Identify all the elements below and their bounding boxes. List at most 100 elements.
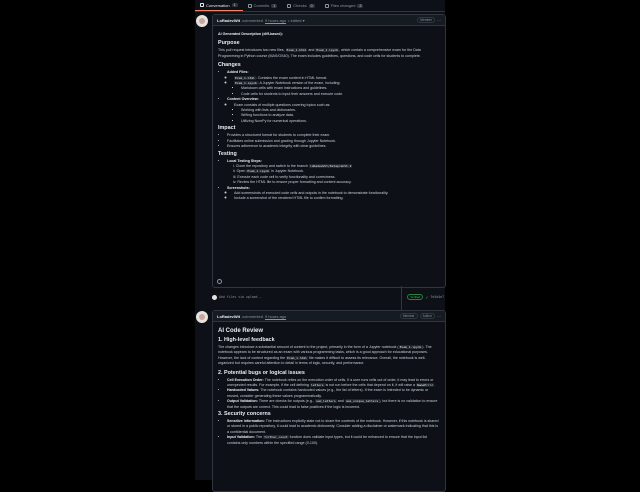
- section-heading: 3. Security concerns: [218, 411, 271, 418]
- commit-sha[interactable]: 9c5d4e7: [431, 295, 444, 299]
- member-badge: Member: [417, 17, 435, 23]
- content-overview-label: Content Overview:: [227, 97, 259, 102]
- item-label: Hardcoded Values:: [227, 388, 260, 393]
- tab-label: Checks: [293, 3, 307, 8]
- kebab-menu-icon[interactable]: ···: [437, 18, 441, 23]
- edited-dropdown[interactable]: • edited ▾: [288, 18, 305, 23]
- section-heading: 2. Potential bugs or logical issues: [218, 369, 305, 376]
- sub-list: Add screenshots of executed code cells a…: [227, 191, 440, 202]
- text: There are checks for outputs (e.g.,: [258, 399, 314, 404]
- steps: i. Clone the repository and switch to th…: [227, 163, 440, 186]
- add-reaction-icon[interactable]: [217, 279, 222, 284]
- list-item: Exam_1.ipynb: A Jupyter Notebook version…: [234, 81, 440, 97]
- list-item: Local Testing Steps: i. Clone the reposi…: [227, 159, 440, 186]
- verified-badge[interactable]: Verified: [407, 294, 424, 300]
- text: The changes introduce a substantial amou…: [218, 345, 399, 349]
- item-label: Cell Execution Order:: [227, 377, 264, 382]
- item-label: Sensitive Information:: [227, 419, 265, 424]
- avatar[interactable]: [196, 311, 208, 323]
- screenshots-label: Screenshots:: [227, 185, 250, 190]
- added-files-label: Added Files:: [227, 70, 249, 75]
- list-item: Include a screenshot of the rendered HTM…: [234, 196, 440, 201]
- and-text: and: [308, 48, 315, 53]
- list-item: Sensitive Information: The instructions …: [227, 419, 440, 435]
- comment-card-review: LoRadevWit commented 9 hours ago Member …: [212, 310, 446, 492]
- pr-conversation-frame: Conversation 1 Commits 1 Checks 0 Files …: [195, 0, 446, 492]
- list-item: Content Overview: Exam consists of multi…: [227, 97, 440, 124]
- comment-timestamp[interactable]: 9 hours ago: [265, 314, 286, 319]
- text: is not run before the cells that depend …: [325, 383, 416, 388]
- check-icon: ✓: [425, 294, 429, 300]
- list-item: Cell Execution Order: The notebook relie…: [227, 378, 440, 389]
- tab-files-changed[interactable]: Files changed 2: [320, 0, 369, 11]
- comment-author[interactable]: LoRadevWit: [217, 314, 240, 319]
- comment-author[interactable]: LoRadevWit: [217, 18, 240, 23]
- list-item: Screenshots: Add screenshots of executed…: [227, 186, 440, 202]
- changes-list: Added Files: Exam_1.html: Contains the e…: [218, 70, 440, 124]
- sub-list: Working with lists and dictionaries. Wri…: [234, 108, 440, 124]
- list-item: Exam consists of multiple questions cove…: [234, 103, 440, 125]
- pr-tabs: Conversation 1 Commits 1 Checks 0 Files …: [195, 0, 445, 12]
- sub-list: Markdown cells with exam instructions an…: [234, 86, 440, 97]
- sub-list: Exam_1.html: Contains the exam content i…: [227, 75, 440, 98]
- purpose-pre: This pull request introduces two new fil…: [218, 48, 285, 53]
- file-code: Exam_1.html: [234, 75, 256, 80]
- file-code: Exam_1.ipynb: [246, 169, 271, 174]
- testing-heading: Testing: [218, 150, 237, 157]
- file-code: Exam_1.html: [286, 355, 308, 360]
- text: The: [255, 435, 263, 440]
- conversation-icon: [200, 3, 204, 7]
- local-steps-label: Local Testing Steps:: [227, 158, 262, 163]
- issues-list: Cell Execution Order: The notebook relie…: [218, 378, 440, 410]
- file-code: Exam_1.ipynb: [315, 48, 340, 53]
- testing-list: Local Testing Steps: i. Clone the reposi…: [218, 159, 440, 202]
- list-item: Hardcoded Values: The notebook contains …: [227, 388, 440, 399]
- tab-count: 0: [308, 3, 315, 8]
- member-badge: Member: [399, 313, 418, 319]
- inline-code: further_count: [263, 435, 289, 440]
- comment-timestamp[interactable]: 9 hours ago: [265, 18, 286, 23]
- impact-heading: Impact: [218, 125, 236, 132]
- file-desc: : A Jupyter Notebook version of the exam…: [257, 81, 341, 86]
- tab-label: Conversation: [206, 2, 230, 8]
- tab-commits[interactable]: Commits 1: [243, 0, 283, 11]
- comment-meta: commented: [242, 313, 263, 319]
- avatar[interactable]: [196, 15, 208, 27]
- comment-body: AI Generated Description (diff-based): P…: [213, 26, 445, 206]
- item-label: Input Validation:: [227, 435, 255, 440]
- inline-code: letters: [309, 383, 325, 388]
- commit-icon: [247, 3, 252, 8]
- tab-label: Commits: [253, 3, 270, 8]
- inline-code: NameError: [416, 383, 435, 388]
- comment-header: LoRadevWit commented 9 hours ago Member …: [213, 311, 445, 322]
- step-text: i. Clone the repository and switch to th…: [233, 163, 308, 168]
- inline-code: num_unique_letters: [344, 399, 380, 404]
- purpose-heading: Purpose: [218, 40, 240, 47]
- file-code: Exam_1.ipynb: [398, 345, 423, 349]
- list-item: Output Validation: There are checks for …: [227, 399, 440, 410]
- changes-heading: Changes: [218, 62, 241, 69]
- kebab-menu-icon[interactable]: ···: [437, 314, 441, 319]
- comment-header: LoRadevWit commented 9 hours ago • edite…: [213, 15, 445, 26]
- step-text: ii. Open: [233, 169, 246, 174]
- tab-count: 2: [357, 3, 364, 8]
- description-intro: AI Generated Description (diff-based):: [218, 32, 283, 36]
- tab-count: 1: [231, 3, 238, 7]
- comment-body: AI Code Review 1. High-level feedback Th…: [213, 322, 445, 450]
- security-list: Sensitive Information: The instructions …: [218, 419, 440, 446]
- author-badge: Author: [419, 313, 435, 319]
- commit-event: Add files via upload ... Verified ✓ 9c5d…: [212, 293, 444, 301]
- step-text: in Jupyter Notebook.: [271, 169, 305, 174]
- section-heading: 1. High-level feedback: [218, 337, 275, 343]
- commit-message[interactable]: Add files via upload: [219, 295, 257, 299]
- tab-conversation[interactable]: Conversation 1: [195, 0, 243, 11]
- inline-code: num_letters: [314, 399, 337, 404]
- file-desc: : Contains the exam content in HTML form…: [255, 75, 328, 80]
- commit-expand[interactable]: ...: [259, 295, 262, 299]
- avatar[interactable]: [212, 294, 217, 300]
- tab-label: Files changed: [330, 3, 356, 8]
- file-diff-icon: [324, 3, 329, 8]
- feedback-text: The changes introduce a substantial amou…: [218, 345, 440, 367]
- branch-code: loRadevWit/DataprehSt-2: [308, 163, 353, 168]
- tab-checks[interactable]: Checks 0: [282, 0, 319, 11]
